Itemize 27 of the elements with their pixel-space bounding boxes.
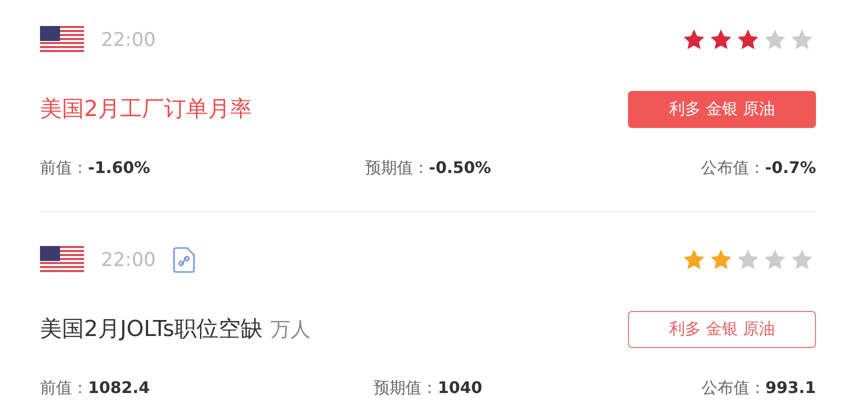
unit-label: 万人 bbox=[270, 316, 310, 342]
event-time: 22:00 bbox=[101, 29, 156, 51]
event-title: 美国2月工厂订单月率 bbox=[40, 96, 252, 124]
attachment-link-icon[interactable] bbox=[172, 247, 196, 273]
value-number: 1082.4 bbox=[88, 378, 150, 397]
value-number: -0.7% bbox=[764, 158, 816, 179]
value-number: 1040 bbox=[438, 378, 482, 397]
value-number: -0.50% bbox=[428, 158, 492, 179]
star-icon bbox=[763, 28, 787, 52]
impact-tag: 利多 金银 原油 bbox=[628, 310, 816, 348]
value-label: 预期值： bbox=[374, 378, 438, 397]
flag-icon bbox=[40, 26, 84, 54]
event-time: 22:00 bbox=[101, 249, 156, 271]
star-icon bbox=[790, 248, 814, 272]
star-icon bbox=[736, 248, 760, 272]
value-number: -1.60% bbox=[88, 158, 150, 179]
star-icon bbox=[763, 248, 787, 272]
flag-icon bbox=[40, 246, 84, 274]
value-label: 公布值： bbox=[700, 158, 765, 179]
event-title: 美国2月JOLTs职位空缺 bbox=[40, 316, 262, 344]
value-label: 前值： bbox=[40, 158, 88, 179]
impact-tag: 利多 金银 原油 bbox=[628, 90, 816, 128]
value-label: 前值： bbox=[40, 378, 88, 397]
star-icon bbox=[790, 28, 814, 52]
value-label: 预期值： bbox=[364, 158, 429, 179]
value-number: 993.1 bbox=[765, 378, 816, 397]
value-label: 公布值： bbox=[701, 378, 766, 397]
